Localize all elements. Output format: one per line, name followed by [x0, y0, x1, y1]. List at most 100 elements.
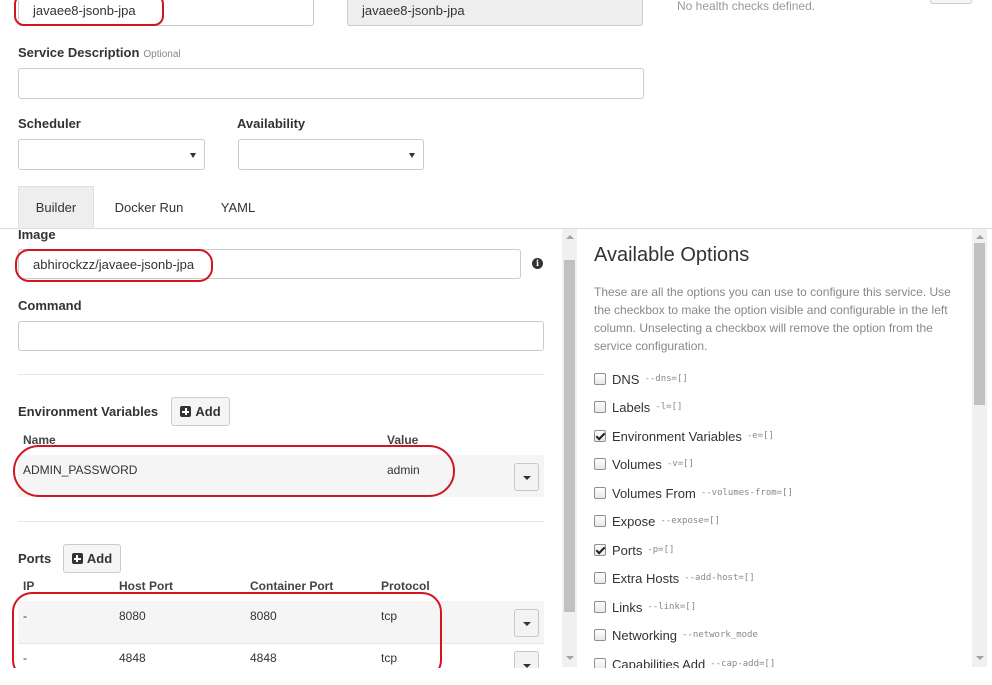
add-port-button[interactable]: Add [63, 544, 121, 573]
availability-label: Availability [237, 116, 306, 131]
option-flag: --add-host=[] [684, 573, 755, 583]
checkbox[interactable] [594, 373, 606, 385]
plus-square-icon [180, 406, 192, 417]
ports-header-ip: IP [23, 579, 35, 593]
option-name: Volumes [612, 456, 662, 472]
option-labels[interactable]: Labels -l=[] [594, 398, 682, 416]
ports-header-host-port: Host Port [119, 579, 173, 593]
port-host: 8080 [119, 609, 146, 623]
available-options-title: Available Options [594, 244, 750, 266]
option-ports[interactable]: Ports -p=[] [594, 541, 674, 559]
bottom-edge [0, 668, 992, 682]
image-value: abhirockzz/javaee-jsonb-jpa [33, 256, 195, 272]
checkbox[interactable] [594, 629, 606, 641]
option-name: Environment Variables [612, 428, 742, 444]
availability-select[interactable] [238, 139, 424, 170]
table-row [18, 601, 544, 643]
service-name-readonly-value: javaee8-jsonb-jpa [362, 2, 465, 18]
tab-yaml[interactable]: YAML [205, 186, 271, 228]
env-vars-label: Environment Variables [18, 404, 159, 419]
option-expose[interactable]: Expose --expose=[] [594, 512, 720, 530]
checkbox[interactable] [594, 401, 606, 413]
service-description-input[interactable] [18, 68, 644, 99]
no-health-checks-text: No health checks defined. [677, 0, 816, 13]
service-name-readonly-field: javaee8-jsonb-jpa [347, 0, 643, 26]
env-var-value: admin [387, 463, 420, 477]
chevron-down-icon [409, 152, 415, 158]
option-flag: -v=[] [666, 459, 694, 469]
caret-down-icon [522, 622, 531, 626]
service-description-label-text: Service Description [18, 45, 140, 60]
option-environment-variables[interactable]: Environment Variables -e=[] [594, 427, 774, 445]
port-protocol: tcp [381, 609, 398, 623]
option-extra-hosts[interactable]: Extra Hosts --add-host=[] [594, 569, 755, 587]
option-name: Links [612, 599, 643, 615]
scroll-down-icon[interactable] [566, 656, 574, 660]
option-flag: --volumes-from=[] [700, 488, 793, 498]
add-env-var-button[interactable]: Add [171, 397, 230, 426]
chevron-down-icon [190, 152, 196, 158]
ports-header-protocol: Protocol [381, 579, 430, 593]
info-icon[interactable]: i [532, 258, 543, 269]
available-options-description: These are all the options you can use to… [594, 285, 951, 353]
option-name: Volumes From [612, 485, 696, 501]
left-scrollbar-thumb[interactable] [564, 260, 575, 612]
scroll-up-icon[interactable] [566, 235, 574, 239]
port-row-options-button[interactable] [514, 609, 539, 637]
option-dns[interactable]: DNS --dns=[] [594, 370, 688, 388]
command-label: Command [18, 298, 82, 313]
port-host: 4848 [119, 651, 146, 665]
option-name: DNS [612, 371, 640, 387]
command-input[interactable] [18, 321, 544, 351]
option-name: Ports [612, 542, 643, 558]
section-divider [18, 374, 544, 375]
checkbox[interactable] [594, 601, 606, 613]
optional-hint: Optional [143, 49, 181, 60]
env-var-name: ADMIN_PASSWORD [23, 463, 138, 477]
env-header-value: Value [387, 433, 419, 447]
health-check-button[interactable] [930, 0, 972, 4]
checkbox[interactable] [594, 458, 606, 470]
option-flag: --dns=[] [644, 374, 688, 384]
option-flag: -e=[] [746, 431, 774, 441]
info-icon-glyph: i [535, 258, 540, 268]
scroll-down-icon[interactable] [976, 656, 984, 660]
checkbox-checked[interactable] [594, 544, 606, 556]
option-flag: -p=[] [647, 545, 675, 555]
option-networking[interactable]: Networking --network_mode [594, 626, 758, 644]
scheduler-label: Scheduler [18, 116, 81, 131]
env-header-name: Name [23, 433, 56, 447]
tab-docker-run[interactable]: Docker Run [103, 186, 195, 228]
port-protocol: tcp [381, 651, 398, 665]
ports-header-container-port: Container Port [250, 579, 334, 593]
option-name: Expose [612, 513, 656, 529]
option-flag: --network_mode [682, 630, 758, 640]
option-volumes-from[interactable]: Volumes From --volumes-from=[] [594, 484, 793, 502]
right-scrollbar-thumb[interactable] [974, 243, 985, 405]
checkbox[interactable] [594, 487, 606, 499]
checkbox[interactable] [594, 515, 606, 527]
scroll-up-icon[interactable] [976, 235, 984, 239]
option-volumes[interactable]: Volumes -v=[] [594, 455, 694, 473]
caret-down-icon [522, 476, 531, 480]
port-ip: - [23, 651, 27, 665]
option-links[interactable]: Links --link=[] [594, 598, 696, 616]
service-description-label: Service Description Optional [18, 45, 181, 60]
option-name: Networking [612, 627, 678, 643]
option-name: Labels [612, 399, 651, 415]
scheduler-select[interactable] [18, 139, 205, 170]
port-container: 8080 [250, 609, 277, 623]
option-flag: --link=[] [647, 602, 697, 612]
image-label: Image [18, 227, 56, 242]
option-flag: --expose=[] [660, 516, 720, 526]
option-flag: -l=[] [655, 402, 683, 412]
service-name-input[interactable]: javaee8-jsonb-jpa [18, 0, 314, 26]
option-name: Extra Hosts [612, 570, 680, 586]
tabs-divider [0, 228, 992, 229]
env-row-options-button[interactable] [514, 463, 539, 491]
ports-label: Ports [18, 551, 52, 566]
image-input[interactable]: abhirockzz/javaee-jsonb-jpa [18, 249, 521, 279]
tab-builder[interactable]: Builder [18, 186, 94, 228]
checkbox[interactable] [594, 572, 606, 584]
checkbox-checked[interactable] [594, 430, 606, 442]
